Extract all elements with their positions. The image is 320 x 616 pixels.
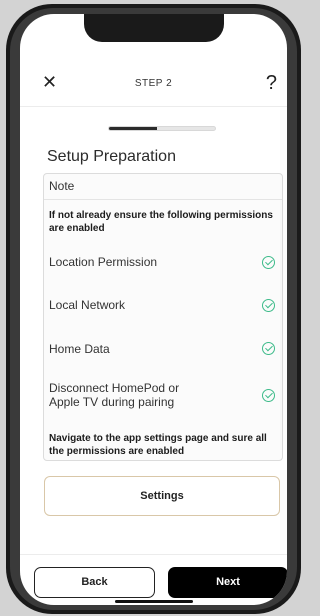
permission-label: Disconnect HomePod or Apple TV during pa… [49,381,180,409]
check-circle-icon [262,256,275,269]
note-divider [44,199,282,200]
home-indicator [115,600,193,603]
help-icon[interactable]: ? [266,72,277,94]
settings-button[interactable]: Settings [44,476,280,516]
footer-divider [20,554,287,555]
permission-label: Home Data [49,342,110,356]
note-outro: Navigate to the app settings page and su… [49,433,267,457]
header: ✕ STEP 2 ? [20,14,287,100]
step-title: STEP 2 [134,78,173,89]
permission-label: Local Network [49,298,126,312]
note-intro: If not already ensure the following perm… [49,210,273,234]
next-button[interactable]: Next [168,567,287,598]
progress-bar [108,126,216,131]
check-circle-icon [262,342,275,355]
permission-label: Location Permission [49,255,158,269]
page-title: Setup Preparation [47,148,176,165]
progress-fill [109,127,157,130]
check-circle-icon [262,389,275,402]
note-label: Note [49,179,75,193]
check-circle-icon [262,299,275,312]
header-divider [20,106,287,107]
back-button[interactable]: Back [34,567,155,598]
note-card: Note If not already ensure the following… [43,173,283,461]
app-screen: ✕ STEP 2 ? Setup Preparation Note If not… [20,14,287,605]
